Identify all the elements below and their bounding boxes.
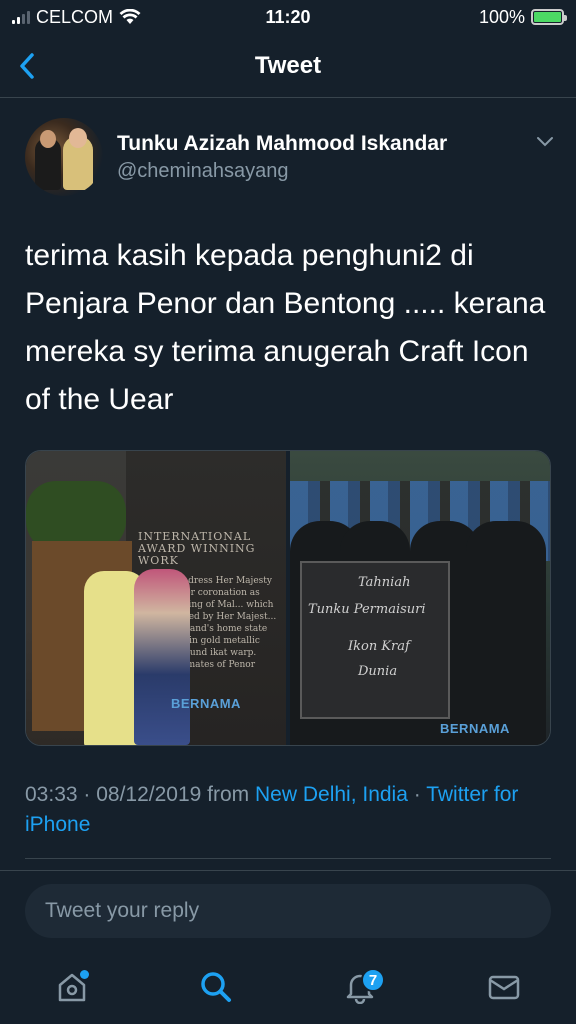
woman-figure	[134, 569, 190, 745]
home-unread-dot	[80, 970, 89, 979]
tab-bar: 7	[0, 950, 576, 1024]
tab-notifications[interactable]: 7	[335, 962, 385, 1012]
reply-input[interactable]: Tweet your reply	[25, 884, 551, 938]
battery-percent: 100%	[478, 6, 525, 27]
carrier-label: CELCOM	[36, 6, 114, 27]
tweet-text: terima kasih kepada penghuni2 di Penjara…	[25, 239, 546, 416]
status-bar: CELCOM 11:20 100%	[0, 0, 576, 34]
nav-header: Tweet	[0, 34, 576, 98]
reply-placeholder: Tweet your reply	[45, 899, 200, 922]
notification-badge: 7	[361, 968, 385, 992]
tweet-meta: 03:33 · 08/12/2019 from New Delhi, India…	[25, 783, 519, 836]
wifi-icon	[119, 9, 141, 24]
tweet-media: INTERNATIONAL AWARD WINNING WORK This is…	[25, 450, 551, 746]
tab-messages[interactable]	[479, 962, 529, 1012]
battery-icon	[530, 9, 567, 25]
chevron-down-icon[interactable]	[535, 134, 555, 150]
page-title: Tweet	[254, 51, 322, 79]
location-link[interactable]: New Delhi, India	[255, 783, 408, 806]
image2-watermark: BERNAMA	[440, 721, 510, 736]
media-image-2[interactable]: Tahniah Tunku Permaisuri Ikon Kraf Dunia…	[290, 451, 550, 745]
status-left: CELCOM	[12, 7, 202, 28]
tab-home[interactable]	[47, 962, 97, 1012]
tweet-author: Tunku Azizah Mahmood Iskandar @cheminahs…	[25, 118, 555, 198]
media-image-1[interactable]: INTERNATIONAL AWARD WINNING WORK This is…	[26, 451, 286, 745]
search-icon	[201, 972, 231, 1002]
chevron-left-icon	[20, 53, 34, 79]
author-name[interactable]: Tunku Azizah Mahmood Iskandar	[117, 132, 447, 156]
tab-search[interactable]	[191, 962, 241, 1012]
avatar[interactable]	[25, 118, 103, 196]
signal-icon	[12, 10, 30, 24]
divider	[0, 870, 576, 871]
image1-watermark: BERNAMA	[171, 696, 241, 711]
congratulation-board: Tahniah Tunku Permaisuri Ikon Kraf Dunia	[300, 561, 450, 719]
status-right: 100%	[374, 6, 567, 28]
author-handle[interactable]: @cheminahsayang	[117, 160, 289, 183]
clock: 11:20	[265, 6, 311, 27]
mail-icon	[488, 975, 520, 1000]
back-button[interactable]	[18, 50, 48, 82]
divider	[25, 858, 551, 859]
tweet-timestamp: 03:33 · 08/12/2019 from	[25, 783, 255, 806]
